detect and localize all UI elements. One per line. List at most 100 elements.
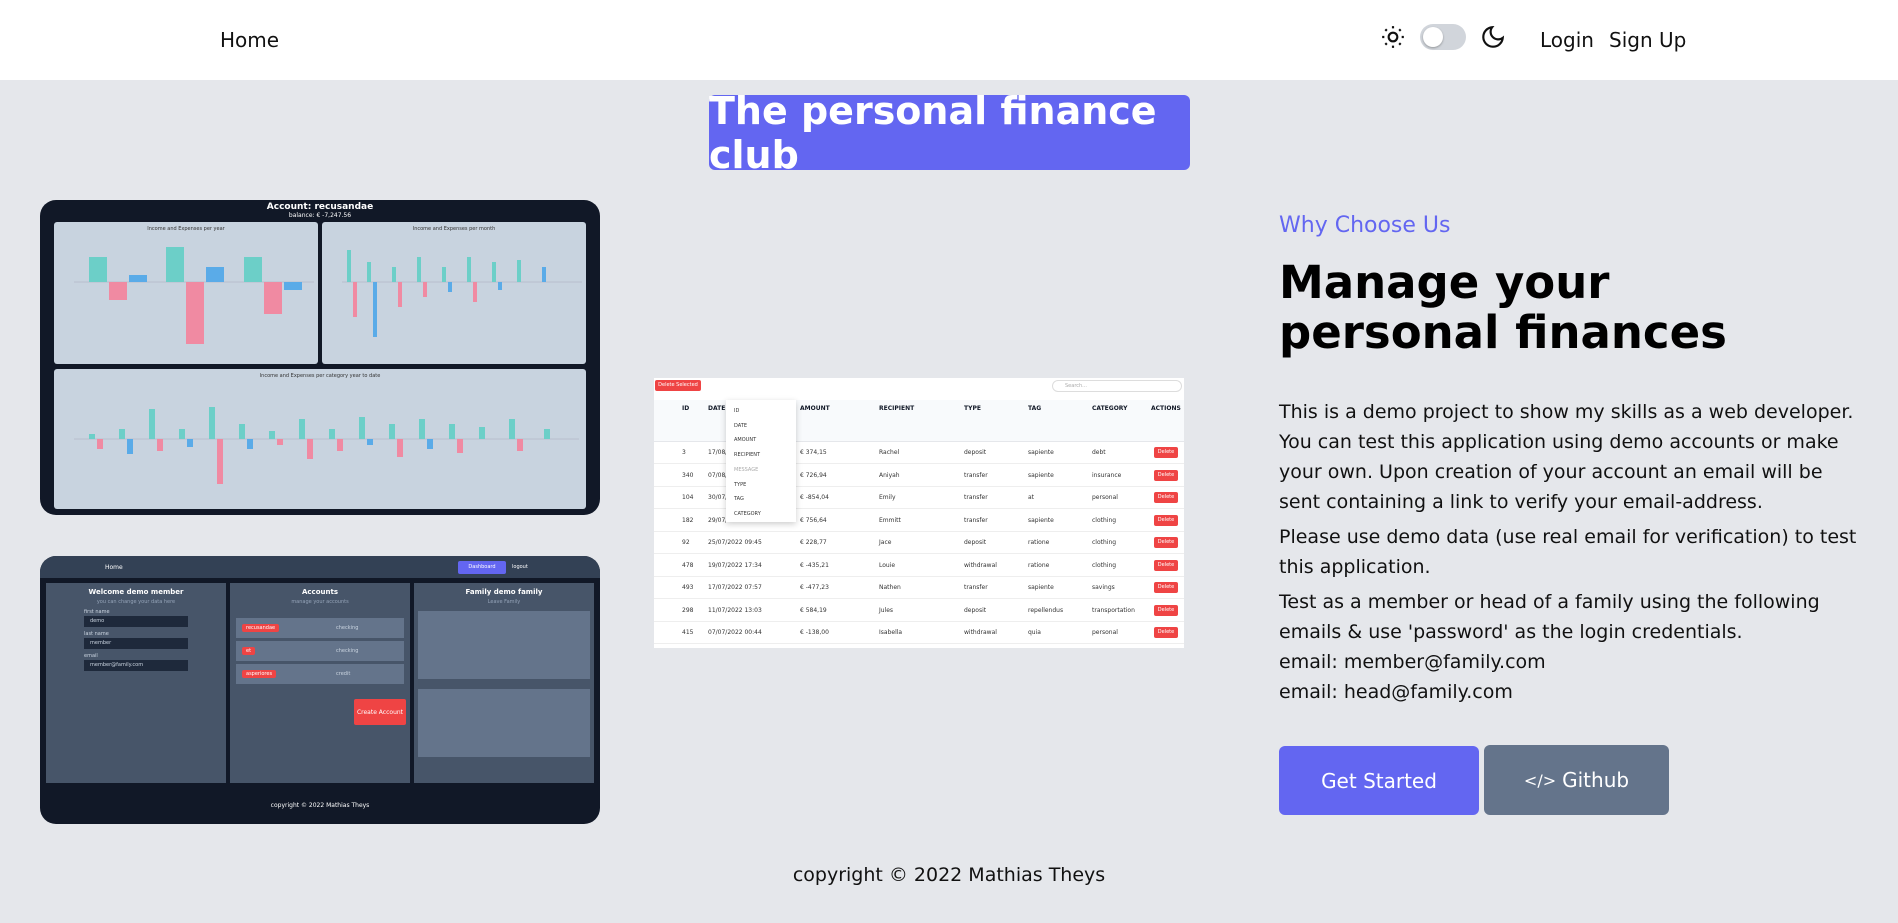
get-started-button[interactable]: Get Started (1279, 746, 1479, 815)
cell-recipient: Jules (879, 606, 894, 614)
table-row: 493 17/07/2022 07:57 € -477,23 Nathen transf… (654, 577, 1184, 599)
login-link[interactable]: Login (1540, 28, 1594, 52)
header-actions: ACTIONS (1151, 405, 1181, 412)
family-subtitle: Leave Family (487, 599, 521, 605)
account-type: checking (336, 648, 359, 654)
cell-recipient: Emmitt (879, 516, 901, 524)
cell-date: 17/07/2022 07:57 (708, 584, 762, 591)
cell-tag: ratione (1028, 561, 1050, 569)
cell-tag: repellendus (1028, 606, 1064, 614)
row-delete-button: Delete (1154, 469, 1178, 481)
account-type: checking (336, 625, 359, 631)
field-value: member@family.com (84, 660, 188, 671)
row-delete-button: Delete (1154, 514, 1178, 526)
header-type: TYPE (964, 405, 981, 412)
cell-category: personal (1092, 629, 1118, 636)
family-member-table (418, 611, 590, 679)
theme-toggle[interactable] (1420, 24, 1466, 50)
cell-category: savings (1092, 584, 1115, 591)
chart-per-year: Income and Expenses per year (54, 222, 318, 364)
cell-recipient: Jace (879, 539, 892, 546)
cell-recipient: Isabella (879, 629, 903, 636)
accounts-column: Accounts manage your accounts recusandae… (230, 583, 410, 783)
cell-date: 30/07/ (708, 494, 728, 501)
table-row: 92 25/07/2022 09:45 € 228,77 Jace deposit rat… (654, 532, 1184, 554)
table-row: 415 07/07/2022 00:44 € -138,00 Isabella with… (654, 622, 1184, 644)
cell-amount: € 374,15 (800, 449, 827, 456)
chart-bars (74, 407, 579, 484)
cell-id: 182 (682, 516, 694, 524)
menu-item: MESSAGE (734, 466, 759, 473)
cell-amount: € -435,21 (800, 561, 829, 569)
row-delete-button: Delete (1154, 559, 1178, 571)
account-row: asperiores credit (236, 664, 404, 684)
cell-type: withdrawal (964, 629, 997, 636)
cell-tag: sapiente (1028, 471, 1054, 479)
top-nav: Home Login Sign Up (0, 0, 1898, 80)
table-row: 298 11/07/2022 13:03 € 584,19 Jules deposit r… (654, 600, 1184, 622)
field-label: first name (84, 609, 110, 615)
cell-amount: € -477,23 (800, 584, 829, 591)
cell-date: 11/07/2022 13:03 (708, 606, 762, 614)
cell-category: clothing (1092, 516, 1117, 524)
family-title: Family demo family (465, 588, 543, 596)
account-row: recusandae checking (236, 618, 404, 638)
cell-type: deposit (964, 539, 987, 546)
hero-title: The personal finance club (709, 89, 1190, 177)
cell-id: 104 (682, 494, 694, 501)
cell-amount: € 726,94 (800, 471, 827, 479)
cell-amount: € 228,77 (800, 539, 827, 546)
cell-date: 17/08/ (708, 449, 728, 456)
field-value: demo (84, 616, 188, 627)
account-balance: balance: € -7,247.56 (288, 212, 352, 219)
cell-id: 92 (682, 539, 690, 546)
dashboard-screenshot: Account: recusandae balance: € -7,247.56… (40, 200, 600, 515)
sun-icon (1382, 26, 1404, 48)
header-amount: AMOUNT (800, 405, 830, 412)
preview-logout: logout (512, 564, 528, 570)
header-recipient: RECIPIENT (879, 405, 915, 412)
family-column: Family demo family Leave Family (414, 583, 594, 783)
cell-category: personal (1092, 494, 1118, 501)
cell-amount: € 756,64 (800, 516, 827, 524)
cell-tag: sapiente (1028, 449, 1054, 456)
cell-amount: € -854,04 (800, 494, 829, 501)
signup-link[interactable]: Sign Up (1609, 28, 1686, 52)
row-delete-button: Delete (1154, 627, 1178, 638)
cell-category: clothing (1092, 561, 1117, 569)
create-account-button: Create Account (354, 699, 406, 725)
theme-switcher[interactable] (1380, 24, 1506, 50)
email-head: email: head@family.com (1279, 681, 1513, 703)
account-name: et (242, 647, 256, 655)
github-label: Github (1562, 768, 1630, 792)
cell-id: 493 (682, 584, 694, 591)
header-category: CATEGORY (1092, 405, 1128, 412)
field-label: last name (84, 631, 109, 637)
intro-paragraph: This is a demo project to show my skills… (1279, 401, 1854, 513)
welcome-subtitle: you can change your data here (96, 599, 176, 605)
chart-per-month: Income and Expenses per month (322, 222, 586, 364)
menu-item: RECIPIENT (734, 452, 761, 459)
field-label: email (84, 653, 98, 659)
cell-category: transportation (1092, 606, 1135, 614)
chart-per-category: Income and Expenses per category year to… (54, 369, 586, 509)
cell-id: 298 (682, 606, 694, 614)
github-button[interactable]: </> Github (1484, 745, 1669, 815)
welcome-title: Welcome demo member (88, 588, 184, 596)
accounts-title: Accounts (301, 588, 338, 596)
nav-home-link[interactable]: Home (220, 28, 279, 52)
cell-type: transfer (964, 584, 988, 591)
account-title: Account: recusandae (266, 202, 374, 212)
email-member: email: member@family.com (1279, 651, 1546, 673)
cell-amount: € 584,19 (800, 606, 827, 614)
main-heading: Manage your personal finances (1279, 256, 1727, 359)
cell-category: insurance (1092, 471, 1122, 479)
footer-copyright: copyright © 2022 Mathias Theys (792, 864, 1106, 886)
member-screenshot: Home Dashboard logout Welcome demo membe… (40, 556, 600, 824)
cell-recipient: Nathen (879, 584, 901, 591)
column-visibility-menu: ID DATE AMOUNT RECIPIENT MESSAGE TYPE TA… (726, 400, 796, 522)
header-id: ID (682, 405, 690, 412)
field-value: member (84, 638, 188, 649)
code-icon: </> (1523, 770, 1557, 790)
cell-type: transfer (964, 494, 988, 501)
